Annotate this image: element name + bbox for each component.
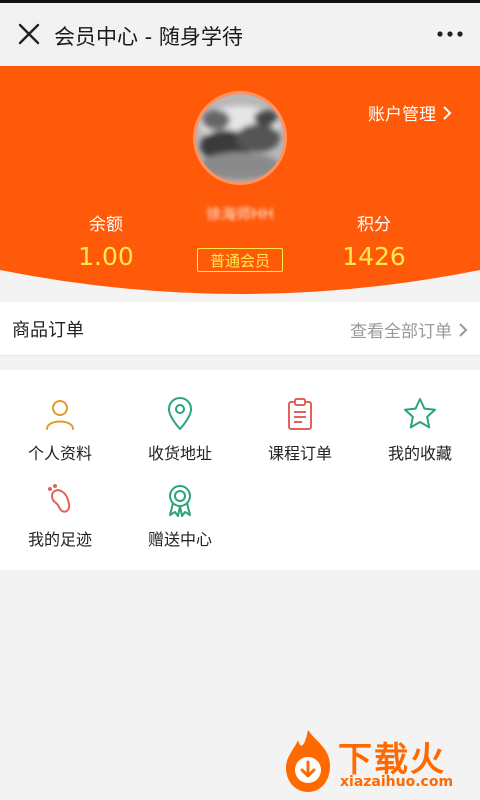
menu-item-label: 个人资料 (27, 444, 92, 463)
watermark-logo: 下载火 xiazaihuo.com (280, 728, 476, 796)
view-all-orders-link[interactable]: 查看全部订单 (350, 317, 468, 342)
menu-item-label: 收货地址 (147, 444, 212, 463)
avatar[interactable] (196, 94, 284, 182)
menu-item-favorites[interactable]: 我的收藏 (360, 396, 480, 482)
chevron-right-icon (443, 105, 452, 120)
account-management-label: 账户管理 (368, 105, 436, 125)
membership-badge: 普通会员 (197, 248, 283, 272)
page-title: 会员中心 - 随身学待 (54, 25, 243, 49)
menu-item-label: 课程订单 (267, 444, 332, 463)
clipboard-icon (288, 398, 312, 430)
balance-value[interactable]: 1.00 (46, 242, 166, 271)
menu-item-course-orders[interactable]: 课程订单 (240, 396, 360, 482)
flame-logo-icon (286, 730, 330, 792)
orders-row[interactable]: 商品订单 查看全部订单 (0, 302, 480, 356)
chevron-right-icon (459, 322, 468, 337)
award-ribbon-icon (169, 485, 191, 517)
more-button[interactable] (430, 17, 470, 51)
view-all-orders-label: 查看全部订单 (350, 322, 452, 342)
balance-label: 余额 (89, 215, 123, 235)
close-icon (18, 23, 40, 45)
menu-item-label: 我的收藏 (387, 444, 452, 463)
more-dots-icon (437, 31, 463, 37)
points-label: 积分 (357, 215, 391, 235)
points-value[interactable]: 1426 (314, 242, 434, 271)
menu-item-label: 赠送中心 (147, 530, 212, 549)
function-grid: 个人资料 收货地址 课程订单 我的收藏 我的足迹 赠送中心 (0, 370, 480, 570)
avatar-image (196, 94, 284, 182)
menu-item-footprints[interactable]: 我的足迹 (0, 482, 120, 568)
top-bar: 会员中心 - 随身学待 (0, 0, 480, 66)
username: 徐海师HH (206, 205, 274, 223)
person-icon (46, 400, 74, 430)
menu-item-label: 我的足迹 (27, 530, 92, 549)
menu-item-profile[interactable]: 个人资料 (0, 396, 120, 482)
star-icon (404, 398, 436, 429)
watermark-url: xiazaihuo.com (340, 774, 454, 790)
close-button[interactable] (12, 17, 46, 51)
menu-item-address[interactable]: 收货地址 (120, 396, 240, 482)
orders-title: 商品订单 (12, 320, 84, 341)
menu-item-gift-center[interactable]: 赠送中心 (120, 482, 240, 568)
footprint-icon (48, 484, 71, 513)
profile-header: 账户管理 徐海师HH 余额 1.00 普通会员 积分 1426 (0, 66, 480, 302)
location-pin-icon (168, 397, 192, 430)
account-management-link[interactable]: 账户管理 (368, 100, 452, 125)
